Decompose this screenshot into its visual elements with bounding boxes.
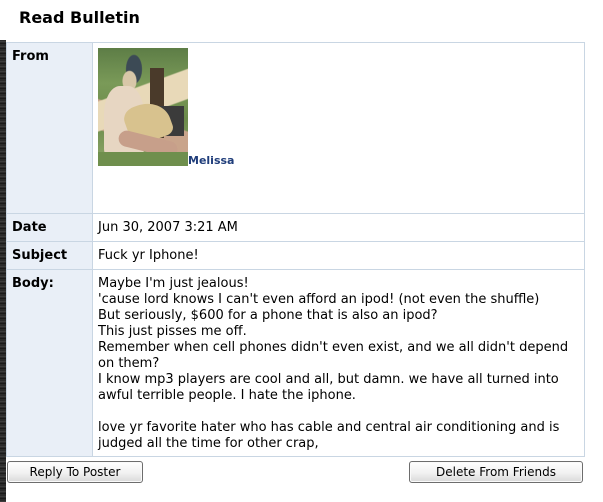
- from-row: From Melissa: [6, 42, 585, 214]
- from-value: Melissa: [92, 42, 585, 214]
- body-row: Body: Maybe I'm just jealous! 'cause lor…: [6, 269, 585, 457]
- body-blank-line: [98, 404, 584, 420]
- subject-row: Subject Fuck yr Iphone!: [6, 241, 585, 270]
- read-bulletin-page: Read Bulletin From Melissa Date Jun 30, …: [0, 0, 603, 502]
- body-line: Maybe I'm just jealous!: [98, 276, 249, 291]
- subject-value: Fuck yr Iphone!: [92, 241, 585, 270]
- body-line: But seriously, $600 for a phone that is …: [98, 308, 438, 323]
- avatar[interactable]: [98, 48, 188, 166]
- body-line: 'cause lord knows I can't even afford an…: [98, 292, 540, 307]
- from-label: From: [6, 42, 93, 214]
- bulletin-table: From Melissa Date Jun 30, 2007 3:21 AM S…: [6, 42, 585, 457]
- body-line: Remember when cell phones didn't even ex…: [98, 340, 569, 371]
- date-row: Date Jun 30, 2007 3:21 AM: [6, 213, 585, 242]
- poster-info: Melissa: [98, 48, 584, 166]
- delete-from-friends-button[interactable]: Delete From Friends: [409, 461, 583, 483]
- bulletin-body: Maybe I'm just jealous! 'cause lord know…: [98, 276, 584, 452]
- body-line: I know mp3 players are cool and all, but…: [98, 372, 559, 403]
- body-line: This just pisses me off.: [98, 324, 247, 339]
- poster-name-link[interactable]: Melissa: [188, 155, 234, 166]
- page-title: Read Bulletin: [19, 8, 140, 27]
- body-line: love yr favorite hater who has cable and…: [98, 420, 560, 451]
- date-label: Date: [6, 213, 93, 242]
- reply-to-poster-button[interactable]: Reply To Poster: [7, 461, 143, 483]
- body-label: Body:: [6, 269, 93, 457]
- subject-label: Subject: [6, 241, 93, 270]
- body-value: Maybe I'm just jealous! 'cause lord know…: [92, 269, 585, 457]
- date-value: Jun 30, 2007 3:21 AM: [92, 213, 585, 242]
